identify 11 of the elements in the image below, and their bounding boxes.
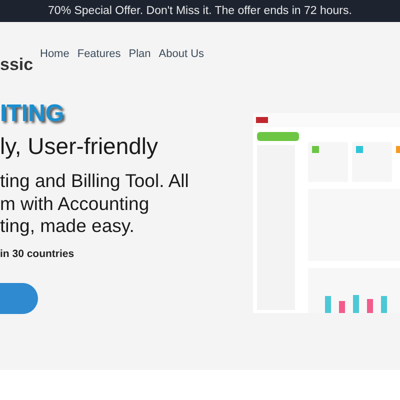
trust-note: in 30 countries bbox=[0, 246, 76, 262]
nav-link[interactable]: Plan bbox=[128, 46, 151, 62]
logo-text[interactable]: ssic bbox=[0, 52, 40, 78]
nav-link[interactable]: Home bbox=[40, 46, 70, 62]
hero-headline: ly, User-friendly bbox=[0, 132, 160, 160]
hero-eyebrow: ITING bbox=[0, 100, 65, 129]
hero-description: ting and Billing Tool. All m with Accounting ting, made easy. bbox=[0, 170, 190, 237]
offer-banner: 70% Special Offer. Don't Miss it. The offer ends in 72 hours. bbox=[0, 0, 400, 22]
nav-link[interactable]: About Us bbox=[158, 46, 204, 62]
nav-link[interactable]: Features bbox=[77, 46, 121, 62]
cta-button[interactable] bbox=[0, 282, 38, 314]
